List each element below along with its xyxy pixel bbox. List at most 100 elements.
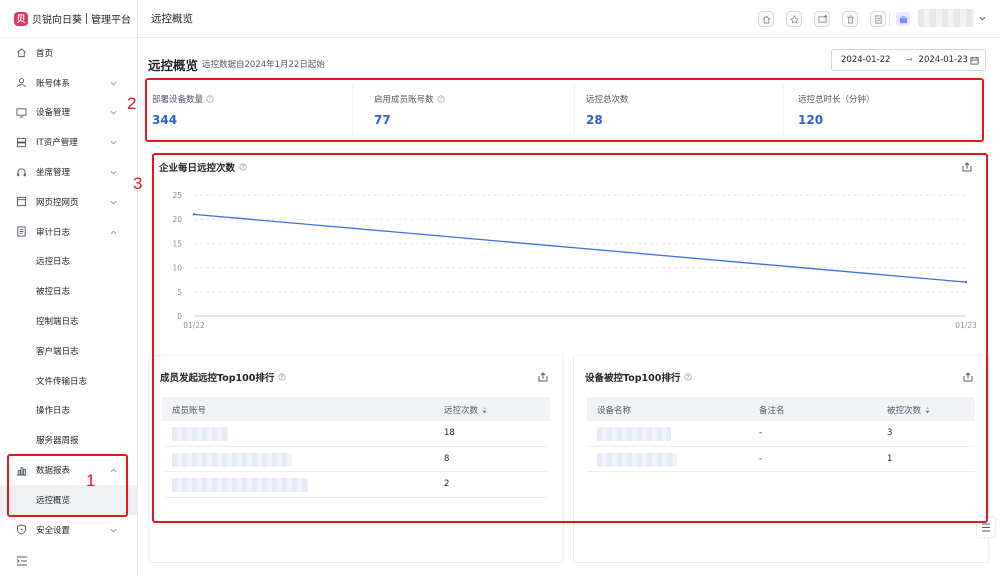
chevron-up-icon: [110, 230, 117, 234]
y-tick-label: 5: [177, 288, 182, 297]
monitor-icon: [16, 107, 27, 118]
sort-icon[interactable]: [482, 406, 487, 414]
export-icon[interactable]: [538, 372, 548, 382]
series-line: [193, 213, 967, 283]
list-menu-icon[interactable]: [976, 516, 996, 538]
collapse-sidebar-icon[interactable]: [16, 556, 28, 566]
sidebar-subitem-file-transfer-log[interactable]: 文件传输日志: [0, 366, 137, 396]
home-icon[interactable]: [758, 11, 774, 27]
sidebar-item-accounts[interactable]: 账号体系: [0, 68, 137, 98]
help-icon[interactable]: ?: [206, 95, 214, 103]
stat-card-remote-duration: 远控总时长（分钟） 120: [789, 83, 989, 136]
sidebar-item-it-assets[interactable]: IT资产管理: [0, 127, 137, 157]
stat-label-text: 部署设备数量: [152, 95, 204, 105]
daily-remote-chart-panel: 企业每日远控次数? 0 5 10 15 20 25 01/22 01/23: [148, 149, 984, 357]
remote-count: 2: [444, 479, 450, 489]
user-name-redacted[interactable]: [918, 9, 974, 27]
stat-label: 远控总次数: [586, 95, 629, 105]
export-icon[interactable]: [963, 372, 973, 382]
brand-subtitle: 管理平台: [91, 15, 131, 26]
sidebar-item-web-control[interactable]: 网页控网页: [0, 187, 137, 217]
svg-text:?: ?: [687, 375, 690, 381]
table-row[interactable]: - 3: [587, 421, 975, 447]
stat-divider: [574, 85, 575, 134]
remark: -: [759, 428, 763, 438]
sidebar-subitem-operation-log[interactable]: 操作日志: [0, 396, 137, 426]
pin-icon[interactable]: [786, 11, 802, 27]
y-tick-label: 0: [177, 312, 182, 321]
sidebar-item-seats[interactable]: 坐席管理: [0, 157, 137, 187]
help-icon[interactable]: ?: [278, 373, 286, 381]
date-start[interactable]: 2024-01-22: [841, 55, 890, 65]
log-icon: [16, 226, 27, 237]
document-icon[interactable]: [870, 11, 886, 27]
brand-name: 贝锐向日葵: [32, 15, 82, 26]
member-account-redacted: [172, 452, 292, 467]
sidebar-item-devices[interactable]: 设备管理: [0, 98, 137, 128]
avatar[interactable]: [896, 12, 910, 26]
help-icon[interactable]: ?: [684, 373, 692, 381]
sidebar-subitem-client-log[interactable]: 客户端日志: [0, 336, 137, 366]
chevron-down-icon: [110, 528, 117, 533]
y-tick-label: 10: [172, 264, 182, 273]
brand-divider: [86, 13, 87, 24]
chevron-down-icon[interactable]: [979, 15, 986, 22]
trash-icon[interactable]: [842, 11, 858, 27]
stat-label: 远控总时长（分钟）: [798, 95, 875, 105]
member-rank-panel: 成员发起远控Top100排行? 成员账号 远控次数 18 8 2: [148, 355, 564, 563]
sidebar-subitem-remote-log[interactable]: 远控日志: [0, 247, 137, 277]
sidebar-item-label: 设备管理: [36, 108, 71, 119]
chevron-down-icon: [110, 111, 117, 115]
sidebar-subitem-remote-overview[interactable]: 远控概览: [0, 484, 137, 515]
brand[interactable]: 贝 贝锐向日葵 管理平台: [0, 0, 137, 38]
sort-icon[interactable]: [925, 406, 930, 414]
stat-label-text: 启用成员账号数: [374, 95, 434, 105]
sidebar-item-security[interactable]: 安全设置: [0, 515, 137, 545]
calendar-icon[interactable]: [970, 56, 979, 65]
table-header: 设备名称 备注名 被控次数: [587, 397, 975, 421]
stat-card-remote-count: 远控总次数 28: [577, 83, 787, 136]
stat-divider: [352, 85, 353, 134]
column-header-label: 被控次数: [887, 406, 922, 416]
sidebar-item-audit-log[interactable]: 审计日志: [0, 217, 137, 247]
table-row[interactable]: 8: [162, 447, 550, 472]
sidebar-item-home[interactable]: 首页: [0, 38, 137, 68]
device-rank-title: 设备被控Top100排行?: [585, 370, 692, 384]
sidebar-subitem-controlled-log[interactable]: 被控日志: [0, 276, 137, 306]
sidebar-subitem-server-weekly[interactable]: 服务器周报: [0, 425, 137, 455]
column-header-member: 成员账号: [172, 406, 207, 416]
server-icon: [16, 137, 27, 148]
sidebar-item-label: 数据报表: [36, 466, 71, 477]
message-icon[interactable]: [814, 11, 830, 27]
controlled-count: 3: [887, 428, 893, 438]
member-account-redacted: [172, 478, 308, 492]
x-tick-label: 01/23: [955, 321, 977, 330]
stat-value: 344: [152, 113, 178, 127]
stat-divider: [783, 85, 784, 134]
member-rank-title: 成员发起远控Top100排行?: [160, 370, 286, 384]
date-range-picker[interactable]: 2024-01-22 → 2024-01-23: [831, 49, 986, 71]
header-divider: [889, 12, 890, 26]
help-icon[interactable]: ?: [436, 95, 445, 103]
sidebar-item-label: 安全设置: [36, 525, 71, 536]
stat-value: 77: [374, 113, 391, 127]
stat-card-devices: 部署设备数量? 344: [143, 83, 353, 136]
annotation-number-1: 1: [86, 471, 96, 490]
table-row[interactable]: - 1: [587, 447, 975, 472]
column-header-remote-count[interactable]: 远控次数: [444, 404, 487, 416]
member-rank-title-text: 成员发起远控Top100排行: [160, 373, 275, 384]
shield-icon: [16, 524, 27, 535]
date-end[interactable]: 2024-01-23: [919, 55, 968, 65]
annotation-number-3: 3: [133, 174, 143, 193]
sidebar-subitem-controller-log[interactable]: 控制端日志: [0, 306, 137, 336]
y-tick-label: 20: [172, 215, 182, 224]
table-row[interactable]: 18: [162, 421, 550, 447]
sidebar-item-data-report[interactable]: 数据报表: [0, 455, 137, 485]
member-rank-table: 成员账号 远控次数 18 8 2: [162, 397, 550, 507]
data-point: [964, 280, 968, 284]
column-header-controlled-count[interactable]: 被控次数: [887, 404, 930, 416]
chevron-down-icon: [110, 141, 117, 145]
x-tick-label: 01/22: [183, 321, 205, 330]
controlled-count: 1: [887, 453, 893, 464]
table-row[interactable]: 2: [162, 472, 550, 498]
